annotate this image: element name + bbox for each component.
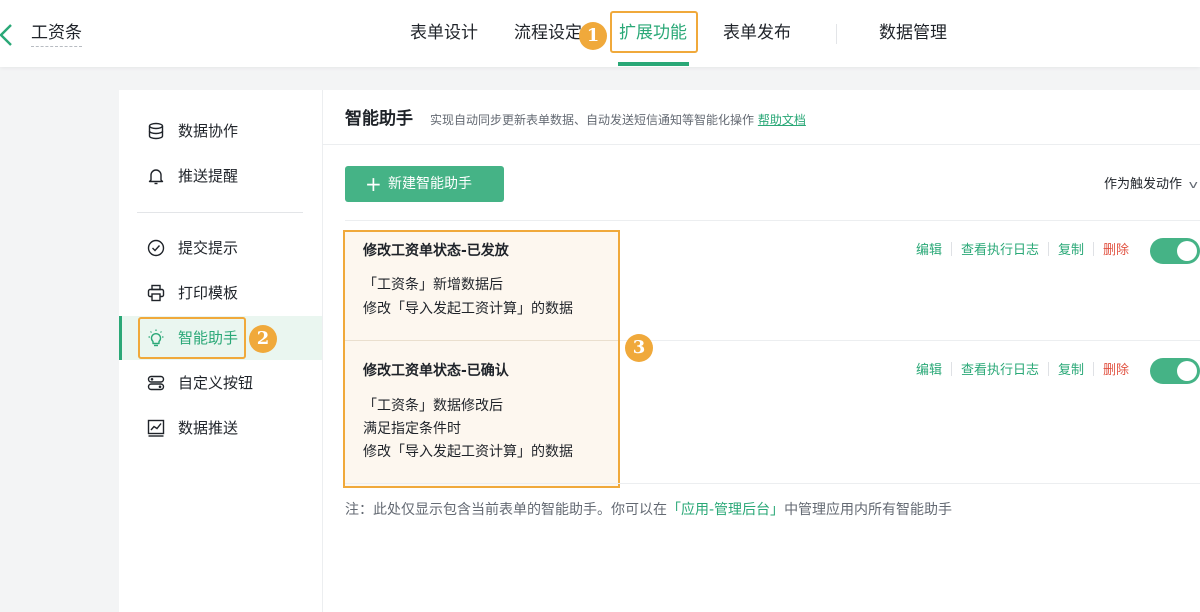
main-panel: 智能助手 实现自动同步更新表单数据、自动发送短信通知等智能化操作 帮助文档 + …	[323, 90, 1200, 612]
sidebar-item-label: 自定义按钮	[178, 374, 254, 392]
sidebar-item-print-template[interactable]: 打印模板	[119, 271, 322, 315]
tab-data-management[interactable]: 数据管理	[879, 20, 947, 46]
view-log-button[interactable]: 查看执行日志	[961, 243, 1039, 258]
action-separator	[951, 362, 953, 376]
top-bar: 工资条 表单设计 流程设定 扩展功能 表单发布 数据管理 1	[0, 0, 1200, 67]
sidebar-item-label: 推送提醒	[178, 167, 239, 185]
assistant-actions: 编辑 查看执行日志 复制 删除	[916, 362, 1129, 380]
sidebar-item-data-push[interactable]: 数据推送	[119, 406, 322, 450]
app-title[interactable]: 工资条	[31, 22, 82, 47]
chart-line-icon	[147, 419, 165, 437]
printer-icon	[147, 284, 165, 302]
edit-button[interactable]: 编辑	[916, 363, 942, 378]
list-divider	[345, 220, 1200, 221]
delete-button[interactable]: 删除	[1103, 363, 1129, 378]
sidebar-item-label: 数据推送	[178, 419, 239, 437]
note-suffix: 中管理应用内所有智能助手	[784, 502, 953, 518]
assistant-description-line: 「工资条」数据修改后	[363, 398, 503, 414]
toggle-knob	[1177, 361, 1197, 381]
trigger-action-filter[interactable]: 作为触发动作 v	[1104, 176, 1198, 194]
row-divider	[620, 340, 1200, 341]
delete-button[interactable]: 删除	[1103, 243, 1129, 258]
note-prefix: 注：此处仅显示包含当前表单的智能助手。你可以在	[345, 502, 667, 518]
assistant-description-line: 满足指定条件时	[363, 421, 461, 437]
assistant-enable-toggle[interactable]	[1150, 238, 1200, 264]
header-divider	[323, 144, 1200, 145]
action-separator	[951, 242, 953, 256]
action-separator	[1048, 242, 1050, 256]
copy-button[interactable]: 复制	[1058, 363, 1084, 378]
tab-flow-settings[interactable]: 流程设定	[514, 20, 582, 46]
active-tab-underline	[618, 62, 689, 66]
new-assistant-label: 新建智能助手	[388, 176, 472, 192]
sidebar-item-push-reminder[interactable]: 推送提醒	[119, 154, 322, 198]
back-arrow-icon[interactable]	[0, 22, 16, 48]
sidebar-item-submit-tips[interactable]: 提交提示	[119, 226, 322, 270]
action-separator	[1093, 242, 1095, 256]
sidebar-item-custom-buttons[interactable]: 自定义按钮	[119, 361, 322, 405]
assistant-description-line: 修改「导入发起工资计算」的数据	[363, 301, 573, 317]
help-docs-link[interactable]: 帮助文档	[758, 113, 806, 127]
description-text: 实现自动同步更新表单数据、自动发送短信通知等智能化操作	[430, 113, 755, 127]
sidebar-item-label: 提交提示	[178, 239, 239, 257]
page-title: 智能助手	[345, 109, 413, 129]
annotation-badge-3: 3	[625, 334, 653, 362]
tab-form-design[interactable]: 表单设计	[410, 20, 478, 46]
assistant-description-line: 修改「导入发起工资计算」的数据	[363, 444, 573, 460]
new-assistant-button[interactable]: + 新建智能助手	[345, 166, 504, 202]
action-separator	[1093, 362, 1095, 376]
sidebar-item-label: 打印模板	[178, 284, 239, 302]
copy-button[interactable]: 复制	[1058, 243, 1084, 258]
page-description: 实现自动同步更新表单数据、自动发送短信通知等智能化操作 帮助文档	[430, 111, 806, 129]
database-icon	[148, 122, 164, 140]
check-circle-icon	[147, 239, 165, 257]
plus-icon: +	[365, 172, 382, 196]
assistant-enable-toggle[interactable]	[1150, 358, 1200, 384]
assistant-actions: 编辑 查看执行日志 复制 删除	[916, 242, 1129, 260]
highlight-box-nav	[138, 317, 246, 359]
active-indicator	[119, 316, 122, 360]
annotation-badge-2: 2	[249, 325, 277, 353]
trigger-filter-label: 作为触发动作	[1104, 177, 1183, 192]
annotation-badge-1: 1	[579, 22, 607, 50]
assistant-title[interactable]: 修改工资单状态-已发放	[363, 241, 509, 261]
highlight-box-tab	[610, 11, 698, 53]
assistant-description-line: 「工资条」新增数据后	[363, 277, 503, 293]
sidebar-item-label: 数据协作	[178, 122, 239, 140]
footnote: 注：此处仅显示包含当前表单的智能助手。你可以在「应用-管理后台」中管理应用内所有…	[345, 500, 952, 520]
admin-backend-link[interactable]: 「应用-管理后台」	[667, 502, 784, 518]
action-separator	[1048, 362, 1050, 376]
edit-button[interactable]: 编辑	[916, 243, 942, 258]
tab-divider	[836, 24, 837, 44]
view-log-button[interactable]: 查看执行日志	[961, 363, 1039, 378]
toggle-buttons-icon	[147, 375, 165, 391]
card-divider	[345, 340, 618, 341]
tab-form-publish[interactable]: 表单发布	[723, 20, 791, 46]
row-divider	[345, 483, 1200, 484]
sidebar-divider	[137, 212, 303, 213]
bell-icon	[148, 169, 164, 185]
sidebar-item-data-collaboration[interactable]: 数据协作	[119, 109, 322, 153]
toggle-knob	[1177, 241, 1197, 261]
chevron-down-icon: v	[1188, 178, 1198, 191]
assistant-title[interactable]: 修改工资单状态-已确认	[363, 361, 509, 381]
